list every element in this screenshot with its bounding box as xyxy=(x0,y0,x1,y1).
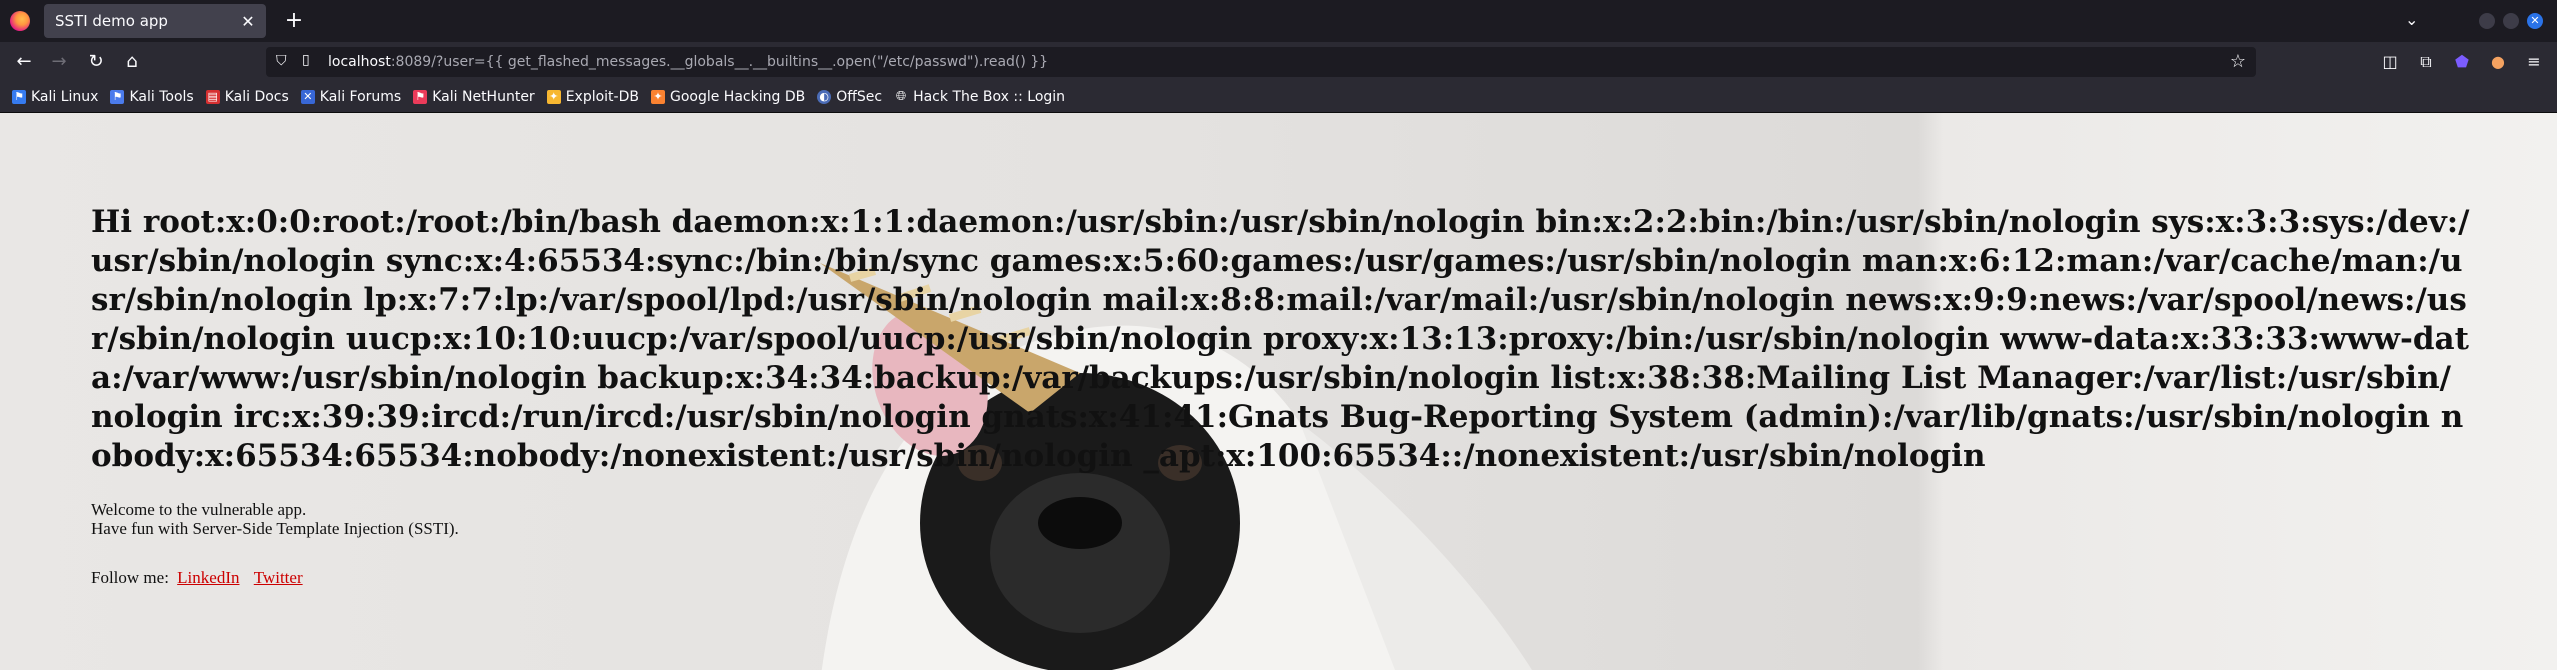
reload-icon[interactable]: ↻ xyxy=(84,50,108,74)
account-avatar-icon[interactable]: ● xyxy=(2486,50,2510,74)
bookmark-kali-forums[interactable]: ✕ Kali Forums xyxy=(300,89,402,105)
bookmark-label: Hack The Box :: Login xyxy=(913,89,1066,105)
forward-arrow-icon[interactable]: → xyxy=(47,50,71,74)
bookmark-google-hacking-db[interactable]: ✦ Google Hacking DB xyxy=(650,89,806,105)
twitter-link[interactable]: Twitter xyxy=(254,568,303,587)
tab-strip: SSTI demo app ✕ + ⌄ ✕ xyxy=(0,0,2557,42)
url-text[interactable]: localhost:8089/?user={{ get_flashed_mess… xyxy=(328,54,1048,70)
bookmark-label: Kali Linux xyxy=(31,89,99,105)
ssti-line: Have fun with Server-Side Template Injec… xyxy=(91,519,459,538)
bookmark-hack-the-box[interactable]: 🌐︎ Hack The Box :: Login xyxy=(894,89,1065,105)
app-menu-icon[interactable]: ≡ xyxy=(2522,50,2546,74)
bookmark-label: Kali NetHunter xyxy=(432,89,535,105)
welcome-line: Welcome to the vulnerable app. xyxy=(91,500,307,519)
bookmark-kali-tools[interactable]: ⚑ Kali Tools xyxy=(110,89,194,105)
bookmark-label: Kali Docs xyxy=(224,89,289,105)
follow-label: Follow me: xyxy=(91,568,169,587)
offsec-icon: ◐ xyxy=(817,90,832,104)
bookmark-kali-nethunter[interactable]: ⚑ Kali NetHunter xyxy=(413,89,535,105)
bookmark-kali-linux[interactable]: ⚑ Kali Linux xyxy=(12,89,98,105)
bookmark-kali-docs[interactable]: ▤ Kali Docs xyxy=(205,89,289,105)
bookmark-label: Kali Tools xyxy=(129,89,194,105)
page-info-icon[interactable]: ▯ xyxy=(302,52,310,68)
back-arrow-icon[interactable]: ← xyxy=(12,50,36,74)
greeting-heading: Hi root:x:0:0:root:/root:/bin/bash daemo… xyxy=(91,204,2470,474)
minimize-window-button[interactable] xyxy=(2479,13,2495,29)
follow-line: Follow me: LinkedIn Twitter xyxy=(91,568,2471,588)
kali-forums-icon: ✕ xyxy=(300,90,315,104)
tab-active[interactable]: SSTI demo app ✕ xyxy=(44,4,266,38)
bookmark-exploit-db[interactable]: ✦ Exploit-DB xyxy=(546,89,639,105)
address-bar[interactable]: ⛉ ▯ localhost:8089/?user={{ get_flashed_… xyxy=(266,47,2256,77)
kali-tools-icon: ⚑ xyxy=(110,90,125,104)
new-tab-button[interactable]: + xyxy=(280,7,308,35)
bookmark-label: Kali Forums xyxy=(319,89,402,105)
page-body: Hi root:x:0:0:root:/root:/bin/bash daemo… xyxy=(91,203,2471,588)
bookmarks-toolbar: ⚑ Kali Linux ⚑ Kali Tools ▤ Kali Docs ✕ … xyxy=(0,82,2557,113)
ghdb-icon: ✦ xyxy=(650,90,665,104)
bookmark-label: Google Hacking DB xyxy=(669,89,806,105)
extension-purple-icon[interactable]: ⬟ xyxy=(2450,50,2474,74)
home-icon[interactable]: ⌂ xyxy=(120,50,144,74)
navigation-bar: ← → ↻ ⌂ ⛉ ▯ localhost:8089/?user={{ get_… xyxy=(0,42,2557,82)
url-host: localhost xyxy=(328,54,391,70)
bookmark-label: Exploit-DB xyxy=(565,89,639,105)
bookmark-label: OffSec xyxy=(836,89,883,105)
url-path: :8089/?user={{ get_flashed_messages.__gl… xyxy=(390,54,1049,70)
nethunter-icon: ⚑ xyxy=(413,90,428,104)
exploitdb-icon: ✦ xyxy=(546,90,561,104)
pocket-icon[interactable]: ◫ xyxy=(2378,50,2402,74)
close-window-button[interactable]: ✕ xyxy=(2527,13,2543,29)
kali-icon: ⚑ xyxy=(12,90,26,104)
kali-docs-icon: ▤ xyxy=(205,90,220,104)
page-content: Hi root:x:0:0:root:/root:/bin/bash daemo… xyxy=(0,113,2557,670)
bookmark-star-icon[interactable]: ☆ xyxy=(2230,51,2246,72)
maximize-window-button[interactable] xyxy=(2503,13,2519,29)
welcome-text: Welcome to the vulnerable app. Have fun … xyxy=(91,500,2471,538)
close-tab-icon[interactable]: ✕ xyxy=(236,12,260,31)
tracking-shield-icon[interactable]: ⛉ xyxy=(276,53,287,69)
extensions-icon[interactable]: ⧉ xyxy=(2414,50,2438,74)
firefox-logo-icon[interactable] xyxy=(10,11,30,31)
globe-icon: 🌐︎ xyxy=(895,89,907,104)
tab-list-chevron-icon[interactable]: ⌄ xyxy=(2405,10,2418,29)
bookmark-offsec[interactable]: ◐ OffSec xyxy=(817,89,882,105)
linkedin-link[interactable]: LinkedIn xyxy=(177,568,239,587)
tab-title: SSTI demo app xyxy=(55,12,168,30)
